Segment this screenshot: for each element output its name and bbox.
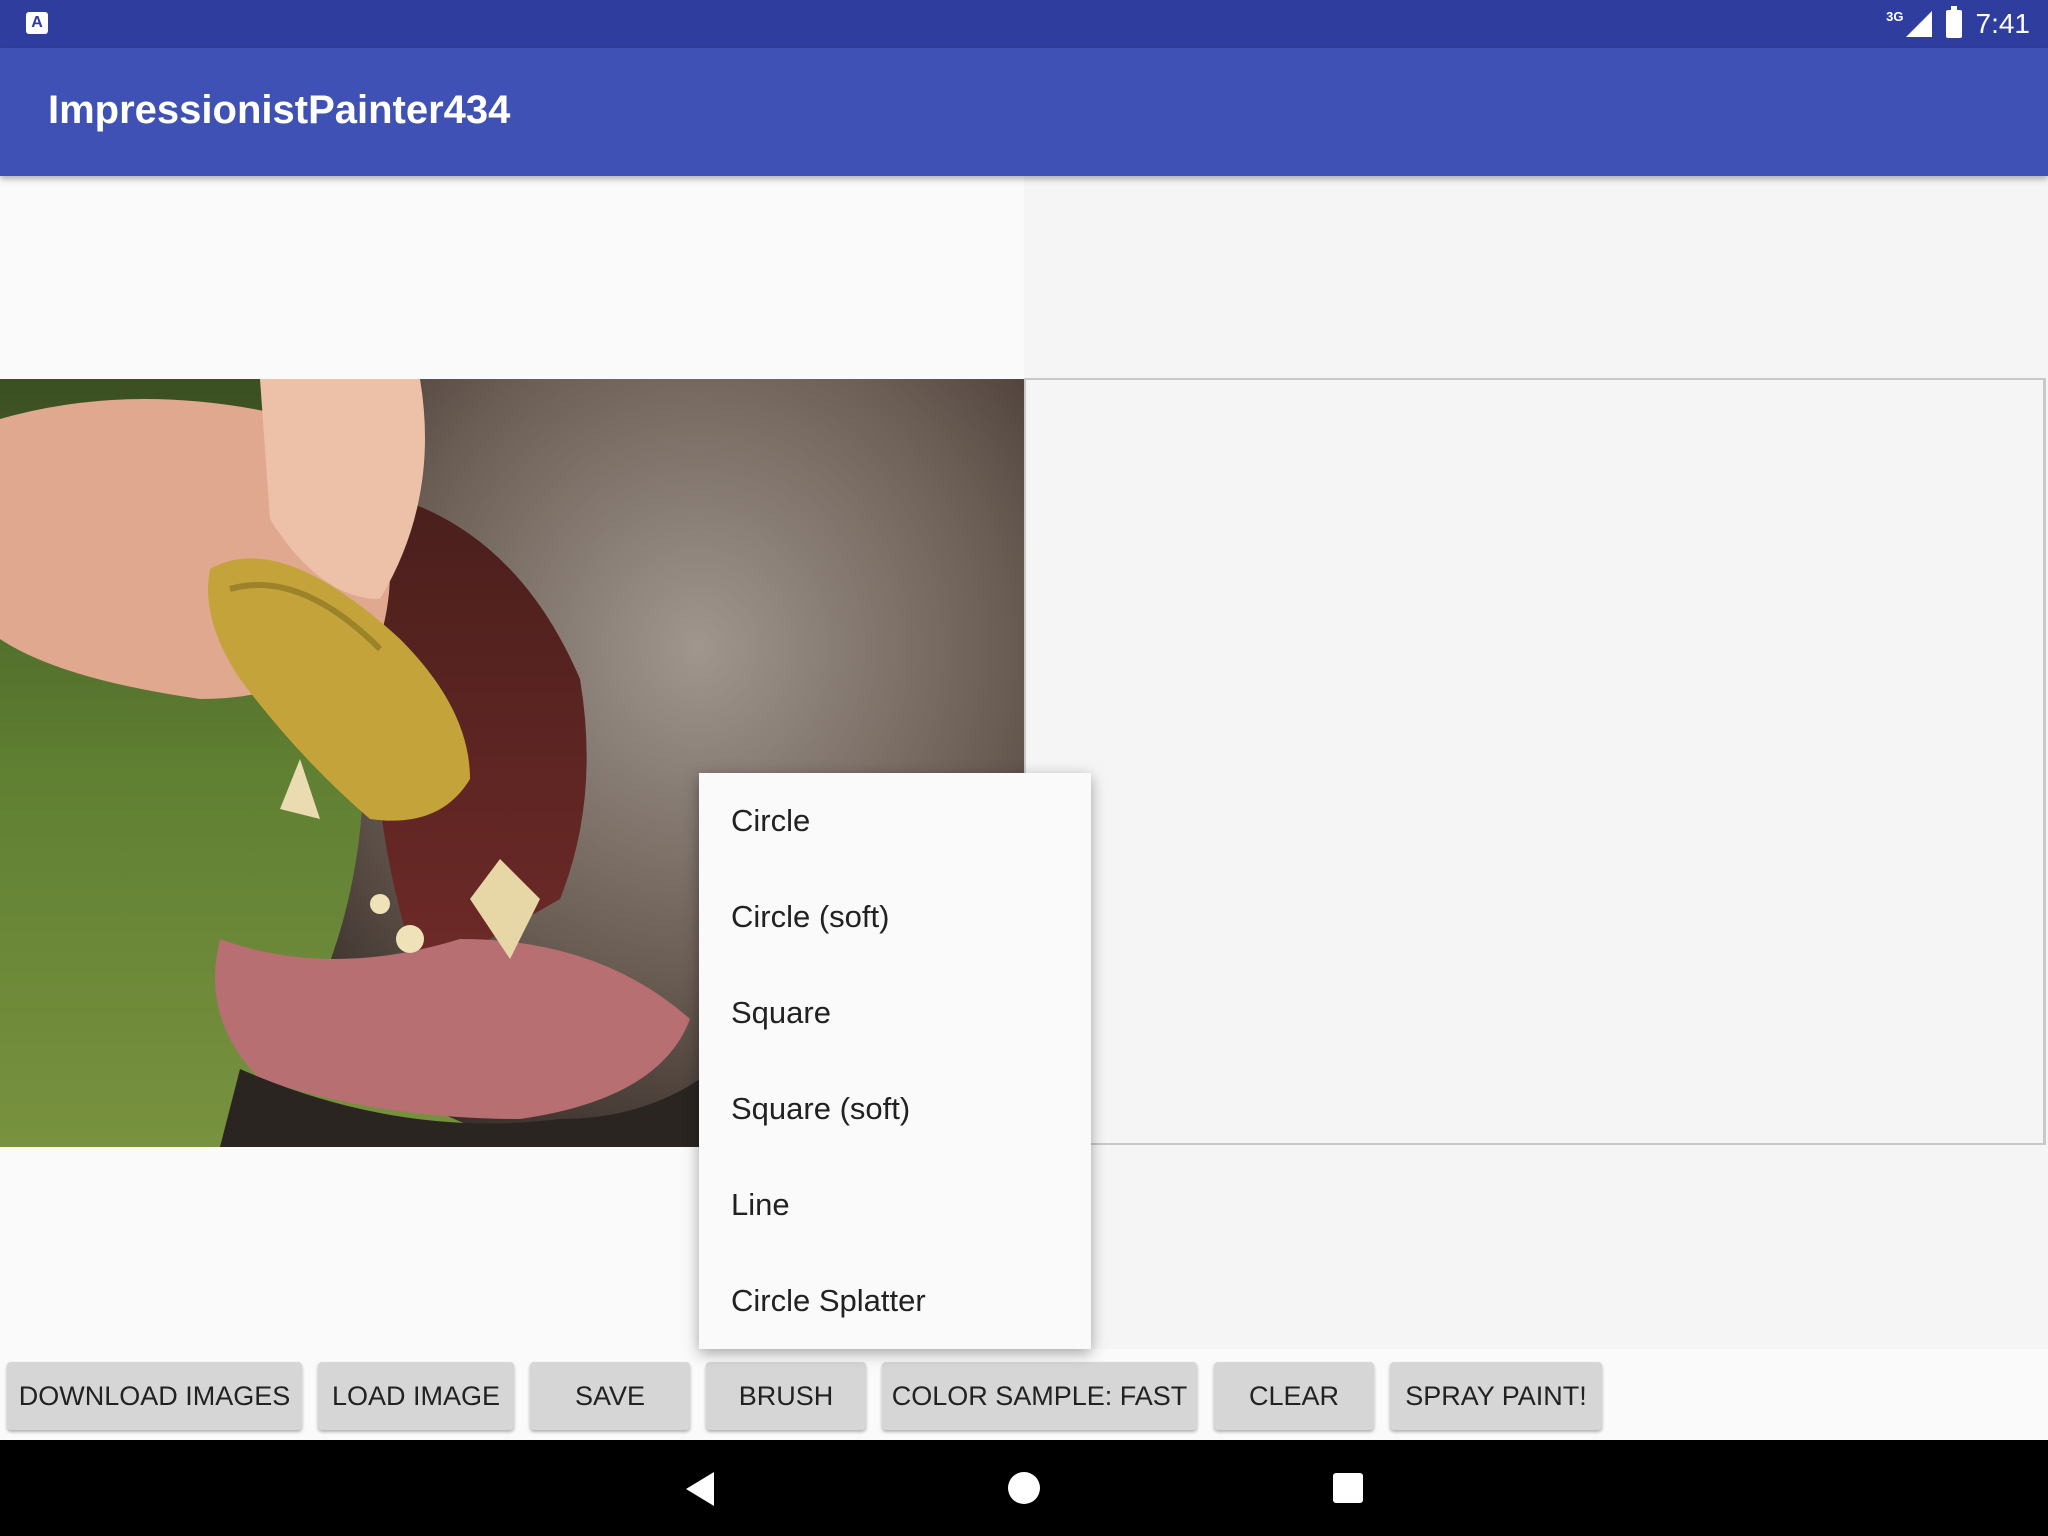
download-images-button[interactable]: DOWNLOAD IMAGES xyxy=(7,1362,302,1430)
menu-item-line[interactable]: Line xyxy=(699,1157,1091,1253)
status-bar: A 3G 7:41 xyxy=(0,0,2048,48)
menu-item-circle-soft[interactable]: Circle (soft) xyxy=(699,869,1091,965)
color-sample-button[interactable]: COLOR SAMPLE: FAST xyxy=(882,1362,1197,1430)
spray-paint-button[interactable]: SPRAY PAINT! xyxy=(1390,1362,1602,1430)
network-type-label: 3G xyxy=(1886,8,1904,24)
app-notification-icon: A xyxy=(26,12,48,34)
brush-button[interactable]: BRUSH xyxy=(706,1362,866,1430)
home-circle-icon[interactable] xyxy=(1008,1472,1040,1504)
back-triangle-icon[interactable] xyxy=(686,1472,714,1506)
signal-strength-icon xyxy=(1905,11,1932,37)
save-button[interactable]: SAVE xyxy=(530,1362,690,1430)
menu-item-square-soft[interactable]: Square (soft) xyxy=(699,1061,1091,1157)
status-clock: 7:41 xyxy=(1975,8,2031,39)
app-bar: ImpressionistPainter434 xyxy=(0,48,2048,176)
system-navigation-bar xyxy=(0,1440,2048,1536)
painting-canvas[interactable] xyxy=(1024,378,2046,1145)
bottom-toolbar: DOWNLOAD IMAGES LOAD IMAGE SAVE BRUSH CO… xyxy=(0,1349,2048,1440)
brush-type-menu: Circle Circle (soft) Square Square (soft… xyxy=(699,773,1091,1349)
menu-item-square[interactable]: Square xyxy=(699,965,1091,1061)
battery-icon xyxy=(1945,6,1962,38)
load-image-button[interactable]: LOAD IMAGE xyxy=(318,1362,514,1430)
status-indicators: 3G 7:41 xyxy=(1886,0,2030,48)
menu-item-circle-splatter[interactable]: Circle Splatter xyxy=(699,1253,1091,1349)
app-title: ImpressionistPainter434 xyxy=(48,88,511,132)
recents-square-icon[interactable] xyxy=(1333,1473,1363,1503)
clear-button[interactable]: CLEAR xyxy=(1214,1362,1374,1430)
menu-item-circle[interactable]: Circle xyxy=(699,773,1091,869)
